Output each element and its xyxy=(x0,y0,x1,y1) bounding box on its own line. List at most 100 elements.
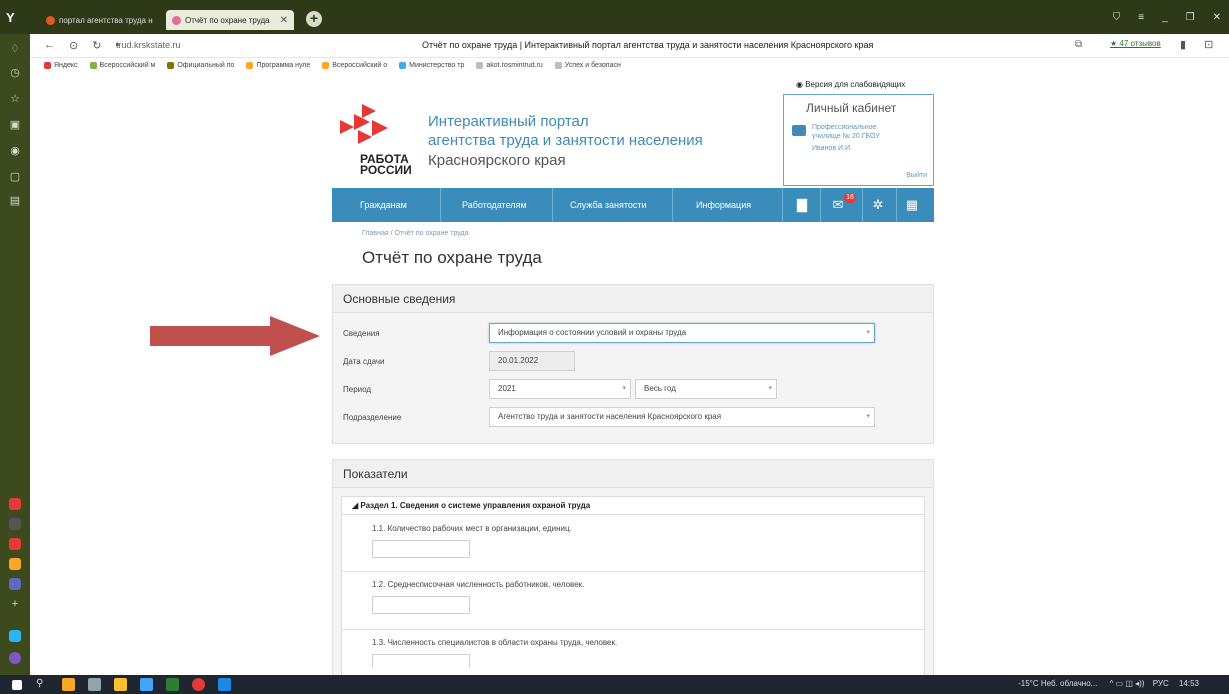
breadcrumb[interactable]: Главная / Отчёт по охране труда xyxy=(362,230,469,237)
clock[interactable]: 14:53 xyxy=(1179,679,1199,688)
app-messenger-icon[interactable] xyxy=(9,578,21,590)
star-icon[interactable]: ☆ xyxy=(8,92,22,106)
app-alice-icon[interactable] xyxy=(9,518,21,530)
word-icon[interactable] xyxy=(218,678,231,691)
bookmark-item[interactable]: Программа нуле xyxy=(246,61,310,69)
bookmark-item[interactable]: Успех и безопасн xyxy=(554,61,621,69)
division-label: Подразделение xyxy=(343,413,402,422)
language-indicator[interactable]: РУС xyxy=(1153,679,1169,688)
tab-report[interactable]: Отчёт по охране труда ✕ xyxy=(166,10,294,30)
bookmark-item[interactable]: Всероссийский о xyxy=(322,61,387,69)
folder-icon[interactable] xyxy=(114,678,127,691)
main-menu: Гражданам Работодателям Служба занятости… xyxy=(332,188,934,222)
protect-icon[interactable]: ⛉ xyxy=(1113,12,1121,23)
add-app-icon[interactable]: + xyxy=(8,598,22,612)
tab-favicon-icon xyxy=(46,15,55,25)
browser-tab-bar: Y портал агентства труда н Отчёт по охра… xyxy=(0,0,1229,34)
tab-favicon-icon xyxy=(172,15,181,25)
logout-link[interactable]: Выйти xyxy=(906,172,927,179)
reload-icon[interactable]: ↻ xyxy=(92,39,101,52)
chevron-down-icon: ▾ xyxy=(866,413,870,420)
menu-item-employment-service[interactable]: Служба занятости xyxy=(570,188,647,222)
search-icon[interactable]: ⚲ xyxy=(36,678,49,691)
bookmark-item[interactable]: akot.rosmintrud.ru xyxy=(476,61,543,69)
app-yandex-icon[interactable] xyxy=(9,498,21,510)
taskbar-app-icon[interactable] xyxy=(140,678,153,691)
organization-link[interactable]: Профессиональное училище № 20 ГБОУ xyxy=(812,123,912,141)
weather-text[interactable]: -15°C Неб. облачно... xyxy=(1018,679,1097,688)
taskbar-app-icon[interactable] xyxy=(62,678,75,691)
tray-icons[interactable]: ^ ▭ ◫ ◂)) xyxy=(1110,679,1145,688)
logo-text: РАБОТА РОССИИ xyxy=(360,152,412,177)
yandex-browser-icon[interactable] xyxy=(192,678,205,691)
question-label: 1.3. Численность специалистов в области … xyxy=(372,638,618,647)
info-select[interactable]: Информация о состоянии условий и охраны … xyxy=(489,323,875,343)
menu-item-employers[interactable]: Работодателям xyxy=(462,188,527,222)
chevron-down-icon: ▾ xyxy=(866,329,870,336)
translate-icon[interactable]: ⧉ xyxy=(1075,39,1082,50)
menu-item-citizens[interactable]: Гражданам xyxy=(360,188,407,222)
menu-icon[interactable]: ≡ xyxy=(1138,12,1144,23)
question-row: 1.1. Количество рабочих мест в организац… xyxy=(342,516,926,572)
play-icon[interactable]: ◉ xyxy=(8,144,22,158)
menu-divider xyxy=(672,188,673,222)
bell-icon[interactable]: ♢ xyxy=(8,42,22,56)
question-input[interactable] xyxy=(372,596,470,614)
downloads-icon[interactable]: ▣ xyxy=(8,118,22,132)
question-input[interactable] xyxy=(372,540,470,558)
question-input[interactable] xyxy=(372,654,470,668)
rabota-rossii-logo-icon[interactable] xyxy=(340,104,400,148)
close-tab-icon[interactable]: ✕ xyxy=(280,15,288,26)
period-span-select[interactable]: Весь год ▾ xyxy=(635,379,777,399)
taskbar-app-icon[interactable] xyxy=(88,678,101,691)
menu-divider xyxy=(820,188,821,222)
calendar-icon[interactable]: ▦ xyxy=(904,197,920,213)
windows-start-icon[interactable] xyxy=(12,680,22,690)
menu-item-information[interactable]: Информация xyxy=(696,188,751,222)
portal-header: РАБОТА РОССИИ Интерактивный портал агент… xyxy=(332,94,934,186)
tab-portal[interactable]: портал агентства труда н xyxy=(40,10,164,30)
tabs-icon[interactable]: ▢ xyxy=(8,170,22,184)
document-icon[interactable]: ▇ xyxy=(794,197,810,213)
bookmark-favicon-icon xyxy=(554,61,562,69)
low-vision-link[interactable]: ◉ Версия для слабовидящих xyxy=(796,80,905,89)
windows-taskbar: ⚲ -15°C Неб. облачно... ^ ▭ ◫ ◂)) РУС 14… xyxy=(0,675,1229,694)
mail-count-badge: 16 xyxy=(844,193,856,203)
new-tab-button[interactable]: + xyxy=(306,11,322,27)
question-label: 1.2. Среднесписочная численность работни… xyxy=(372,580,585,589)
excel-icon[interactable] xyxy=(166,678,179,691)
minimize-icon[interactable]: _ xyxy=(1162,12,1168,23)
protect-shield-icon[interactable]: ⊙ xyxy=(69,39,78,52)
nav-controls: ← ⊙ ↻ ▪ xyxy=(44,39,119,52)
bookmark-item[interactable]: Яндекс xyxy=(44,61,78,69)
bookmark-favicon-icon xyxy=(399,61,407,69)
restore-icon[interactable]: ❐ xyxy=(1186,12,1195,23)
section-1-header[interactable]: ◢ Раздел 1. Сведения о системе управлени… xyxy=(342,497,924,515)
bookmark-item[interactable]: Всероссийский м xyxy=(89,61,155,69)
period-year-select[interactable]: 2021 ▾ xyxy=(489,379,631,399)
date-field: 20.01.2022 xyxy=(489,351,575,371)
indicators-header: Показатели xyxy=(333,460,933,488)
user-name[interactable]: Иванов И.И. xyxy=(812,145,852,152)
menu-divider xyxy=(552,188,553,222)
bookmark-icon[interactable]: ▮ xyxy=(1180,38,1186,51)
yandex-logo-icon[interactable]: Y xyxy=(6,10,20,25)
back-icon[interactable]: ← xyxy=(44,39,55,52)
reader-icon[interactable]: ⊡ xyxy=(1204,38,1213,51)
bookmark-item[interactable]: Министерство тр xyxy=(399,61,464,69)
personal-cabinet: Личный кабинет Профессиональное училище … xyxy=(783,94,934,186)
app-send-icon[interactable] xyxy=(9,630,21,642)
app-video-icon[interactable] xyxy=(9,538,21,550)
close-window-icon[interactable]: ✕ xyxy=(1213,12,1221,23)
reviews-link[interactable]: ★ 47 отзывов xyxy=(1110,39,1161,48)
basic-info-panel: Основные сведения Сведения Информация о … xyxy=(332,284,934,444)
bookmark-item[interactable]: Официальный по xyxy=(167,61,234,69)
history-icon[interactable]: ◷ xyxy=(8,66,22,80)
screenshot-icon[interactable]: ▤ xyxy=(8,194,22,208)
address-bar: ← ⊙ ↻ ▪ trud.krskstate.ru Отчёт по охран… xyxy=(30,34,1229,58)
url-field[interactable]: trud.krskstate.ru xyxy=(116,40,181,50)
division-select[interactable]: Агентство труда и занятости населения Кр… xyxy=(489,407,875,427)
app-market-icon[interactable] xyxy=(9,558,21,570)
gear-icon[interactable]: ✲ xyxy=(870,197,886,213)
app-alice-bot-icon[interactable] xyxy=(9,652,21,664)
